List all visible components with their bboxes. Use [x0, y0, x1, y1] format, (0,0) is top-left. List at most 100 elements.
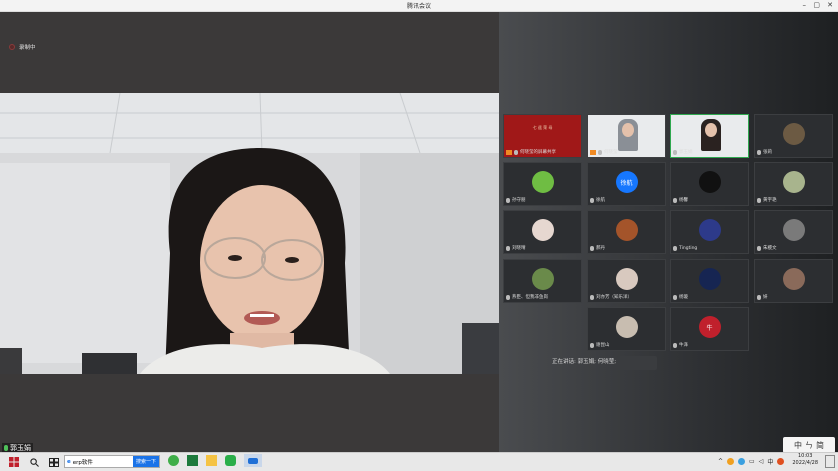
taskbar-search-input[interactable]: erp软件 — [73, 458, 93, 466]
participant-tile[interactable]: Tingting — [670, 210, 749, 254]
mic-icon — [757, 294, 761, 300]
start-icon[interactable] — [4, 455, 24, 469]
ime-mode[interactable]: ㄣ — [805, 440, 813, 451]
mic-icon — [673, 197, 677, 203]
participant-face — [705, 123, 717, 137]
tray-network-icon[interactable] — [738, 458, 746, 465]
browser-icon[interactable] — [168, 455, 179, 466]
mic-icon — [506, 294, 510, 300]
avatar — [615, 316, 638, 338]
participant-name: 徐航 — [596, 198, 605, 203]
mic-icon — [757, 197, 761, 203]
taskbar-clock[interactable]: 10:03 2022/4/28 — [792, 453, 818, 467]
ime-lang[interactable]: 中 — [794, 440, 802, 451]
record-dot-icon — [9, 44, 15, 50]
participant-name: 妍 — [763, 295, 768, 300]
mic-icon — [673, 342, 677, 348]
participant-tile[interactable]: 朱稷文 — [754, 210, 833, 254]
avatar — [782, 219, 805, 241]
participant-name: 燕臣、但我非鱼岗 — [512, 295, 548, 300]
window-titlebar: 腾讯会议 – ▢ ✕ — [0, 0, 838, 12]
clock-date: 2022/4/28 — [792, 460, 818, 466]
tray-app-icon[interactable] — [727, 458, 735, 465]
participant-tile[interactable]: 七 遥 荣 母何晓莹的屏幕共享 — [503, 114, 582, 158]
participant-label: 刘晓晴 — [506, 245, 526, 251]
participant-tile[interactable]: 何晓莹 — [587, 114, 666, 158]
participant-name: 郝丹 — [596, 246, 605, 251]
participant-tile[interactable]: 刘晓晴 — [503, 210, 582, 254]
participant-label: 徐航 — [590, 197, 605, 203]
tray-lang[interactable]: 中 — [767, 457, 773, 466]
participant-name: 何晓莹的屏幕共享 — [520, 150, 556, 155]
mic-icon — [673, 149, 677, 155]
host-icon — [590, 149, 596, 155]
taskbar-search-box[interactable]: e erp软件 搜索一下 — [64, 455, 160, 468]
search-icon[interactable] — [24, 455, 44, 469]
participant-tile[interactable]: 燕臣、但我非鱼岗 — [503, 259, 582, 303]
participant-label: 何晓莹 — [590, 149, 618, 155]
participant-tile[interactable]: 徐航 徐航 — [587, 162, 666, 206]
folder-icon[interactable] — [206, 455, 217, 466]
mic-icon — [506, 245, 510, 251]
participant-name: 郭玉娟 — [679, 150, 693, 155]
tencent-meeting-icon[interactable] — [244, 454, 262, 467]
excel-icon[interactable] — [187, 455, 198, 466]
participant-tile[interactable]: 郭玉娟 — [670, 114, 749, 158]
mic-icon — [590, 197, 594, 203]
participant-name: 杨馨 — [679, 198, 688, 203]
taskbar-apps — [168, 454, 262, 467]
notifications-icon[interactable] — [825, 455, 835, 468]
participant-label: 郭玉娟 — [673, 149, 693, 155]
participant-label: 谢昆山 — [590, 342, 610, 348]
participant-tile[interactable]: 妍 — [754, 259, 833, 303]
mic-icon — [757, 149, 761, 155]
recording-indicator[interactable]: 录制中 — [9, 43, 36, 51]
avatar — [531, 171, 554, 193]
ime-simplified[interactable]: 简 — [816, 440, 824, 451]
tray-chevron-icon[interactable]: ^ — [718, 458, 723, 465]
ime-toolbar[interactable]: 中 ㄣ 简 — [783, 437, 835, 453]
participant-tile[interactable]: 谢昆山 — [587, 307, 666, 351]
task-view-icon[interactable] — [44, 455, 64, 469]
participant-label: 妍 — [757, 294, 768, 300]
mic-active-icon — [4, 445, 8, 451]
participant-label: 刘亦芳（知乐洋） — [590, 294, 632, 300]
mic-icon — [514, 149, 518, 155]
taskbar-search-button[interactable]: 搜索一下 — [132, 456, 159, 467]
avatar — [782, 123, 805, 145]
participant-name: 杨璇 — [679, 295, 688, 300]
mic-icon — [673, 294, 677, 300]
avatar — [615, 219, 638, 241]
system-tray: ^ ▭ ◁ 中 — [718, 457, 785, 466]
close-button[interactable]: ✕ — [827, 1, 833, 9]
clock-time: 10:03 — [797, 453, 813, 459]
ie-icon: e — [67, 458, 71, 465]
screen-share-banner: 七 遥 荣 母 — [532, 125, 553, 130]
participant-tile[interactable]: 郝丹 — [587, 210, 666, 254]
minimize-button[interactable]: – — [803, 1, 807, 9]
participant-name: 谢昆山 — [596, 343, 610, 348]
tray-volume-icon[interactable]: ◁ — [759, 458, 764, 465]
maximize-button[interactable]: ▢ — [813, 1, 820, 9]
participant-tile[interactable]: 杨馨 — [670, 162, 749, 206]
participant-label: 杨璇 — [673, 294, 688, 300]
participant-name: 何晓莹 — [604, 150, 618, 155]
participant-name: 牛泽 — [679, 343, 688, 348]
participant-name: 刘亦芳（知乐洋） — [596, 295, 632, 300]
tray-antivirus-icon[interactable] — [777, 458, 785, 465]
participant-tile[interactable]: 张莉 — [754, 114, 833, 158]
avatar — [698, 268, 721, 290]
wechat-icon[interactable] — [225, 455, 236, 466]
participant-tile[interactable]: 杨璇 — [670, 259, 749, 303]
tray-battery-icon[interactable]: ▭ — [749, 458, 755, 465]
avatar — [698, 171, 721, 193]
avatar — [531, 219, 554, 241]
avatar — [782, 171, 805, 193]
participant-tile[interactable]: 刘亦芳（知乐洋） — [587, 259, 666, 303]
participant-tile[interactable]: 牛牛泽 — [670, 307, 749, 351]
participant-name: 朱稷文 — [763, 246, 777, 251]
participant-tile[interactable]: 孙守朋 — [503, 162, 582, 206]
mic-icon — [590, 294, 594, 300]
participant-tile[interactable]: 黄宇艳 — [754, 162, 833, 206]
mic-icon — [673, 246, 677, 251]
